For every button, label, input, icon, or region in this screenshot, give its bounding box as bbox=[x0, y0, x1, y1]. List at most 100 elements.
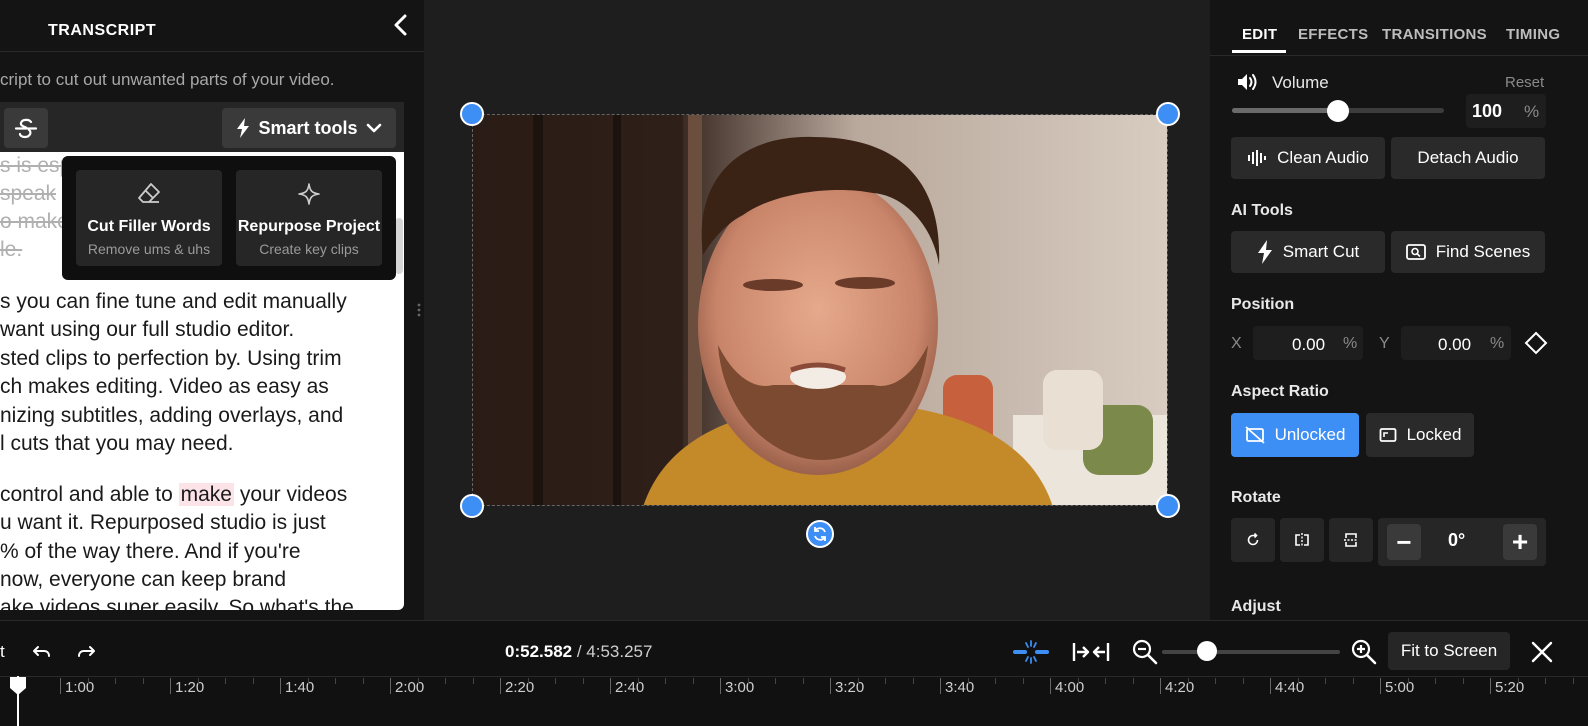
transcript-line[interactable]: u want it. Repurposed studio is just bbox=[0, 511, 326, 535]
aspect-locked-button[interactable]: Locked bbox=[1366, 413, 1474, 457]
ruler-minor-tick bbox=[417, 678, 419, 684]
tab-edit[interactable]: EDIT bbox=[1242, 26, 1277, 43]
playhead-handle[interactable] bbox=[9, 676, 27, 696]
rotate-handle[interactable] bbox=[806, 520, 834, 548]
undo-button[interactable] bbox=[32, 642, 52, 665]
resize-handle-top-left[interactable] bbox=[460, 102, 484, 126]
position-heading: Position bbox=[1231, 296, 1295, 313]
smart-tools-button[interactable]: Smart tools bbox=[222, 108, 396, 148]
transcript-line[interactable]: now, everyone can keep brand bbox=[0, 568, 286, 592]
transcript-line[interactable]: l cuts that you may need. bbox=[0, 432, 233, 456]
resize-handle-bottom-left[interactable] bbox=[460, 494, 484, 518]
fit-to-screen-button[interactable]: Fit to Screen bbox=[1388, 632, 1510, 670]
video-still bbox=[473, 115, 1167, 505]
zoom-in-button[interactable] bbox=[1350, 638, 1378, 671]
close-timeline-button[interactable] bbox=[1530, 640, 1554, 669]
rotate-decrease-button[interactable]: − bbox=[1387, 524, 1421, 560]
detach-audio-label: Detach Audio bbox=[1417, 148, 1519, 167]
struck-line[interactable]: s is esp bbox=[0, 154, 71, 178]
card-subtitle: Remove ums & uhs bbox=[87, 241, 211, 257]
tab-transitions[interactable]: TRANSITIONS bbox=[1382, 26, 1487, 43]
ruler-minor-tick bbox=[115, 678, 116, 684]
volume-slider-thumb[interactable] bbox=[1327, 100, 1349, 122]
highlighted-word[interactable]: make bbox=[178, 483, 234, 506]
struck-line[interactable]: le. bbox=[0, 238, 22, 262]
transcript-line[interactable]: % of the way there. And if you're bbox=[0, 540, 301, 564]
ruler-tick-label: 5:20 bbox=[1495, 679, 1525, 696]
ruler-minor-tick bbox=[775, 678, 776, 684]
zoom-slider-track[interactable] bbox=[1162, 650, 1340, 654]
redo-button[interactable] bbox=[76, 642, 96, 665]
ruler-minor-tick bbox=[1545, 678, 1546, 684]
struck-line[interactable]: o make bbox=[0, 210, 69, 234]
card-title: Cut Filler Words bbox=[87, 218, 211, 235]
transcript-line[interactable]: ake videos super easily. So what's the bbox=[0, 596, 354, 610]
repurpose-project-card[interactable]: Repurpose Project Create key clips bbox=[236, 170, 382, 266]
collapse-panel-button[interactable] bbox=[388, 12, 414, 38]
tab-effects[interactable]: EFFECTS bbox=[1298, 26, 1368, 43]
ruler-tick-label: 5:00 bbox=[1385, 679, 1415, 696]
ruler-minor-tick bbox=[802, 678, 804, 684]
smart-cut-button[interactable]: Smart Cut bbox=[1231, 231, 1385, 273]
cut-filler-words-card[interactable]: Cut Filler Words Remove ums & uhs bbox=[76, 170, 222, 266]
ruler-minor-tick bbox=[1352, 678, 1354, 684]
ai-tools-heading: AI Tools bbox=[1231, 202, 1293, 219]
panel-resize-handle[interactable] bbox=[416, 302, 422, 318]
rotation-value[interactable]: 0° bbox=[1448, 530, 1465, 551]
resize-handle-bottom-right[interactable] bbox=[1156, 494, 1180, 518]
keyframe-button[interactable] bbox=[1524, 331, 1548, 360]
ruler-minor-tick bbox=[1022, 678, 1024, 684]
clean-audio-button[interactable]: Clean Audio bbox=[1231, 137, 1385, 179]
snap-toggle-button[interactable] bbox=[1012, 640, 1050, 669]
find-scenes-button[interactable]: Find Scenes bbox=[1391, 231, 1545, 273]
word-run[interactable]: control and able to bbox=[0, 483, 179, 506]
tab-timing[interactable]: TIMING bbox=[1506, 26, 1560, 43]
card-subtitle: Create key clips bbox=[259, 241, 359, 257]
word-run[interactable]: your videos bbox=[234, 483, 347, 506]
video-frame[interactable] bbox=[472, 114, 1168, 506]
resize-handle-top-right[interactable] bbox=[1156, 102, 1180, 126]
transcript-line[interactable]: ch makes editing. Video as easy as bbox=[0, 375, 329, 399]
position-x-value: 0.00 bbox=[1292, 335, 1326, 354]
rotate-90-button[interactable] bbox=[1231, 518, 1275, 562]
timeline-left-button[interactable]: t bbox=[0, 642, 5, 662]
ruler-minor-tick bbox=[1215, 678, 1216, 684]
locked-ratio-icon bbox=[1379, 428, 1396, 442]
ruler-minor-tick bbox=[967, 678, 969, 684]
transcript-line[interactable]: s you can fine tune and edit manually bbox=[0, 290, 347, 314]
ruler-tick-label: 2:00 bbox=[395, 679, 425, 696]
ruler-minor-tick bbox=[1435, 678, 1436, 684]
zoom-out-button[interactable] bbox=[1131, 638, 1159, 671]
smart-tools-popover: Cut Filler Words Remove ums & uhs Repurp… bbox=[62, 156, 396, 280]
ruler-tick bbox=[1050, 678, 1051, 694]
ruler-minor-tick bbox=[692, 678, 694, 684]
transcript-scrollbar[interactable] bbox=[395, 218, 403, 274]
redo-icon bbox=[78, 646, 95, 657]
smart-cut-label: Smart Cut bbox=[1282, 242, 1360, 261]
ruler-minor-tick bbox=[1517, 678, 1519, 684]
rotate-increase-button[interactable]: + bbox=[1503, 524, 1537, 560]
timeline-ruler[interactable] bbox=[0, 676, 1588, 726]
flip-horizontal-button[interactable] bbox=[1280, 518, 1324, 562]
transcript-line[interactable]: control and able to make your videos bbox=[0, 483, 347, 507]
aspect-unlocked-button[interactable]: Unlocked bbox=[1231, 413, 1359, 457]
ruler-minor-tick bbox=[197, 678, 199, 684]
detach-audio-button[interactable]: Detach Audio bbox=[1391, 137, 1545, 179]
volume-reset-button[interactable]: Reset bbox=[1505, 74, 1544, 91]
close-gaps-button[interactable] bbox=[1072, 640, 1110, 669]
ruler-minor-tick bbox=[885, 678, 886, 684]
zoom-slider-thumb[interactable] bbox=[1197, 641, 1217, 661]
strikethrough-button[interactable] bbox=[4, 108, 48, 148]
transcript-line[interactable]: want using our full studio editor. bbox=[0, 318, 294, 342]
strikethrough-icon bbox=[14, 118, 38, 139]
transcript-line[interactable]: sted clips to perfection by. Using trim bbox=[0, 347, 342, 371]
ruler-tick-label: 1:40 bbox=[285, 679, 315, 696]
ruler-minor-tick bbox=[1077, 678, 1079, 684]
transcript-line[interactable]: nizing subtitles, adding overlays, and bbox=[0, 404, 343, 428]
ruler-minor-tick bbox=[912, 678, 914, 684]
ruler-tick bbox=[1380, 678, 1381, 694]
flip-vertical-button[interactable] bbox=[1329, 518, 1373, 562]
ruler-minor-tick bbox=[1572, 678, 1574, 684]
struck-line[interactable]: speak bbox=[0, 182, 56, 206]
flip-vertical-icon bbox=[1344, 533, 1358, 547]
